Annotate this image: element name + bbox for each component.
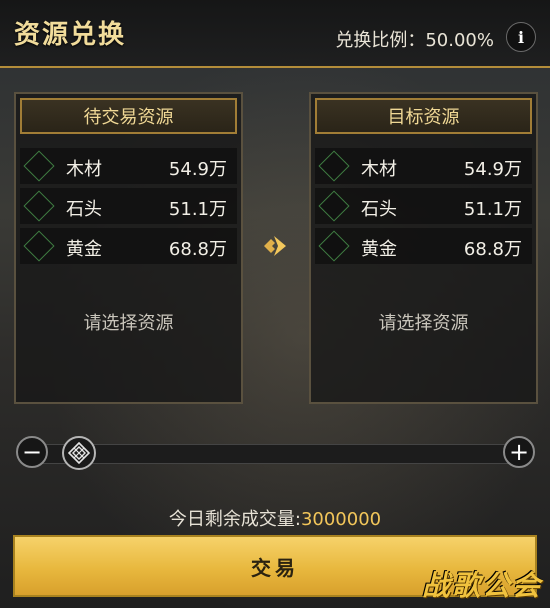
remaining-volume: 今日剩余成交量:3000000	[0, 505, 550, 531]
resource-name: 黄金	[361, 239, 397, 260]
select-resource-placeholder: 请选择资源	[378, 313, 469, 334]
title-bar: 资源兑换 兑换比例：50.00% i	[0, 0, 550, 68]
watermark-logo: 战歌公会	[421, 569, 542, 602]
remaining-value: 3000000	[300, 509, 382, 530]
resource-name: 黄金	[66, 239, 102, 260]
select-resource-placeholder: 请选择资源	[83, 313, 174, 334]
resource-amount: 54.9万	[168, 159, 227, 180]
resource-amount: 68.8万	[463, 239, 522, 260]
exchange-ratio: 兑换比例：50.00%	[335, 30, 494, 51]
resource-row-stone[interactable]: 石头 51.1万	[20, 188, 237, 224]
resource-name: 石头	[66, 199, 102, 220]
pending-resources-panel: 待交易资源 木材 54.9万 石头 51.1万 黄金 68.8万 请选择资源	[14, 92, 243, 404]
resource-name: 木材	[361, 159, 397, 180]
panel-header: 待交易资源	[20, 98, 237, 134]
resource-row-gold[interactable]: 黄金 68.8万	[20, 228, 237, 264]
arrow-right-icon	[264, 236, 286, 256]
resource-amount: 54.9万	[463, 159, 522, 180]
decrease-button[interactable]: −	[16, 436, 48, 468]
resource-slot-icon	[318, 230, 350, 262]
resource-row-wood[interactable]: 木材 54.9万	[315, 148, 532, 184]
remaining-label: 今日剩余成交量:	[168, 509, 301, 530]
resource-slot-icon	[318, 190, 350, 222]
resource-amount: 51.1万	[463, 199, 522, 220]
resource-row-stone[interactable]: 石头 51.1万	[315, 188, 532, 224]
diamond-knot-icon	[68, 442, 90, 464]
resource-amount: 68.8万	[168, 239, 227, 260]
resource-slot-icon	[23, 190, 55, 222]
target-resources-panel: 目标资源 木材 54.9万 石头 51.1万 黄金 68.8万 请选择资源	[309, 92, 538, 404]
resource-slot-icon	[23, 150, 55, 182]
panel-header: 目标资源	[315, 98, 532, 134]
resource-name: 木材	[66, 159, 102, 180]
resource-amount: 51.1万	[168, 199, 227, 220]
resource-slot-icon	[23, 230, 55, 262]
resource-row-gold[interactable]: 黄金 68.8万	[315, 228, 532, 264]
info-button[interactable]: i	[506, 22, 536, 52]
page-title: 资源兑换	[14, 20, 127, 50]
slider-handle[interactable]	[62, 436, 96, 470]
resource-name: 石头	[361, 199, 397, 220]
resource-slot-icon	[318, 150, 350, 182]
amount-slider-track[interactable]	[30, 444, 520, 464]
resource-row-wood[interactable]: 木材 54.9万	[20, 148, 237, 184]
increase-button[interactable]: +	[503, 436, 535, 468]
